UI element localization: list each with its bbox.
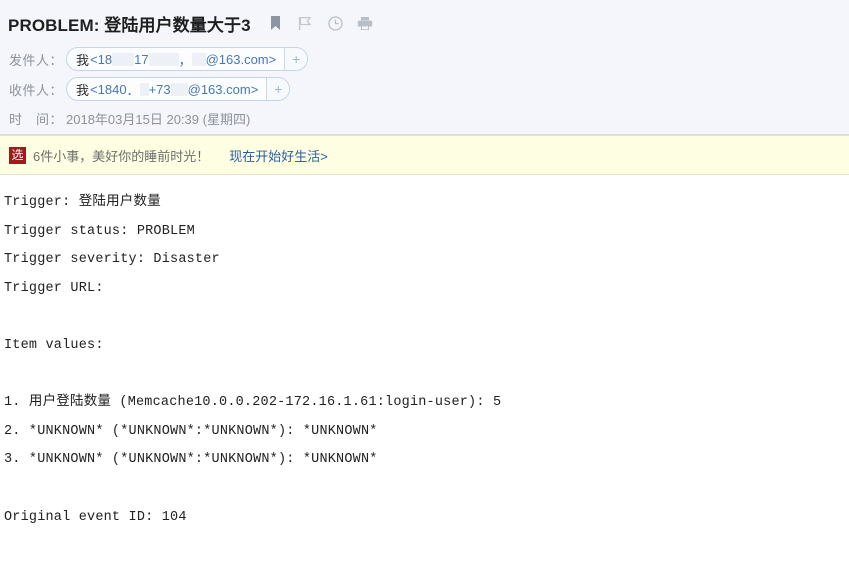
ad-badge-icon: 选 <box>9 146 26 164</box>
flag-icon[interactable] <box>297 15 314 32</box>
clock-icon[interactable] <box>327 15 344 32</box>
recipient-bracket-close: > <box>250 81 259 97</box>
list-item: 3. *UNKNOWN* (*UNKNOWN*:*UNKNOWN*): *UNK… <box>4 452 378 468</box>
bookmark-icon[interactable] <box>267 15 284 32</box>
recipient-part-2: ． <box>126 82 140 98</box>
sender-bracket-close: > <box>268 51 277 67</box>
title-icon-group <box>267 15 374 32</box>
body-line-trigger-severity: Trigger severity: Disaster <box>4 252 220 268</box>
body-line-trigger: Trigger: 登陆用户数量 <box>4 195 161 210</box>
print-icon[interactable] <box>357 15 374 32</box>
sender-address[interactable]: 我 <18 17 ， @163.com > <box>67 48 284 70</box>
date-label: 时 间： <box>9 111 64 127</box>
body-line-trigger-url: Trigger URL: <box>4 280 104 296</box>
sender-part-1: 18 <box>97 51 113 67</box>
recipient-chip[interactable]: 我 <1840 ． +73 @163.com > + <box>66 77 291 101</box>
body-line-spacer-2 <box>4 361 849 390</box>
list-item: 2. *UNKNOWN* (*UNKNOWN*:*UNKNOWN*): *UNK… <box>4 423 378 439</box>
recipient-part-1: 1840 <box>97 81 127 97</box>
recipient-add-button[interactable]: + <box>266 78 290 100</box>
ad-banner: 选 6件小事，美好你的睡前时光！ 现在开始好生活> <box>0 135 849 175</box>
recipient-redaction-1 <box>139 82 149 96</box>
body-line-spacer-3 <box>4 475 849 504</box>
sender-me-label: 我 <box>76 52 90 68</box>
sender-row: 发件人： 我 <18 17 ， @163.com > + <box>0 44 849 74</box>
sender-part-3: ， <box>178 52 192 68</box>
recipient-part-3: +73 <box>148 81 171 97</box>
recipient-label: 收件人： <box>9 82 64 98</box>
title-row: PROBLEM: 登陆用户数量大于3 <box>0 0 849 44</box>
body-line-original-event-id: Original event ID: 104 <box>4 509 187 525</box>
list-item: 1. 用户登陆数量 (Memcache10.0.0.202-172.16.1.6… <box>4 395 502 411</box>
sender-add-button[interactable]: + <box>284 48 308 70</box>
sender-redaction-1 <box>112 52 135 66</box>
ad-text: 6件小事，美好你的睡前时光！ <box>33 148 210 164</box>
sender-bracket-open: < <box>90 51 98 67</box>
sender-label: 发件人： <box>9 52 64 68</box>
recipient-redaction-2 <box>170 82 188 96</box>
recipient-bracket-open: < <box>90 81 98 97</box>
date-row: 时 间： 2018年03月15日 20:39 (星期四) <box>0 104 849 132</box>
sender-redaction-2 <box>148 52 179 66</box>
mail-body: Trigger: 登陆用户数量 Trigger status: PROBLEM … <box>0 175 849 532</box>
item-values-list: 1. 用户登陆数量 (Memcache10.0.0.202-172.16.1.6… <box>4 389 849 475</box>
recipient-domain: @163.com <box>187 81 251 97</box>
body-line-item-values-header: Item values: <box>4 337 104 353</box>
mail-header: PROBLEM: 登陆用户数量大于3 发件人： 我 < 18 17 ， @163… <box>0 0 849 135</box>
sender-redaction-3 <box>191 52 206 66</box>
sender-domain: @163.com <box>205 51 269 67</box>
body-line-trigger-status: Trigger status: PROBLEM <box>4 223 195 239</box>
sender-part-2: 17 <box>134 51 149 67</box>
recipient-me-label: 我 <box>76 82 90 98</box>
sender-chip[interactable]: 我 <18 17 ， @163.com > + <box>66 47 309 71</box>
date-value: 2018年03月15日 20:39 (星期四) <box>66 111 251 127</box>
recipient-row: 收件人： 我 <1840 ． +73 @163.com > + <box>0 74 849 104</box>
page-title: PROBLEM: 登陆用户数量大于3 <box>8 15 251 35</box>
ad-link[interactable]: 现在开始好生活> <box>229 146 328 165</box>
body-line-spacer-1 <box>4 303 849 332</box>
recipient-address[interactable]: 我 <1840 ． +73 @163.com > <box>67 78 266 100</box>
